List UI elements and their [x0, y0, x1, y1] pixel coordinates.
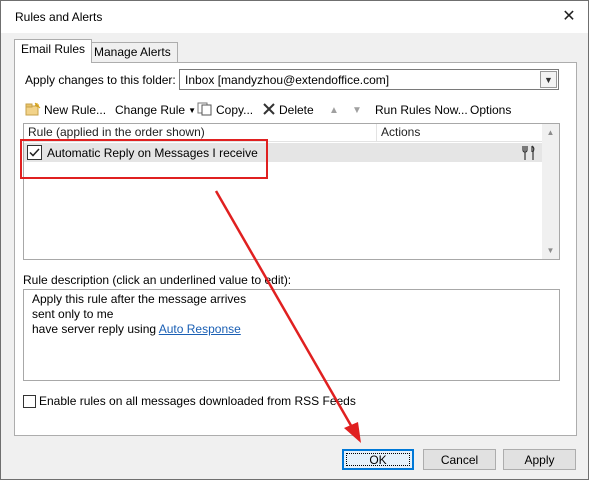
rss-checkbox[interactable] — [23, 394, 36, 408]
delete-button[interactable]: Delete — [262, 101, 314, 119]
folder-select[interactable]: Inbox [mandyzhou@extendoffice.com] ▼ — [179, 69, 559, 90]
delete-icon — [262, 102, 276, 119]
window-title: Rules and Alerts — [15, 10, 103, 24]
chevron-down-icon[interactable]: ▼ — [540, 71, 557, 88]
change-rule-button[interactable]: Change Rule ▼ — [115, 101, 196, 119]
rss-label: Enable rules on all messages downloaded … — [39, 394, 356, 408]
options-button[interactable]: Options — [470, 101, 511, 119]
cancel-button-label: Cancel — [440, 452, 479, 467]
column-header-actions[interactable]: Actions — [377, 124, 543, 142]
scroll-down-icon[interactable]: ▼ — [542, 242, 559, 259]
description-line-text: have server reply using — [32, 322, 159, 336]
close-icon: ✕ — [562, 8, 576, 25]
cancel-button[interactable]: Cancel — [423, 449, 496, 470]
folder-select-value: Inbox [mandyzhou@extendoffice.com] — [185, 73, 390, 87]
run-rules-now-button[interactable]: Run Rules Now... — [375, 101, 468, 119]
title-bar: Rules and Alerts ✕ — [1, 1, 588, 33]
description-line: have server reply using Auto Response — [32, 322, 551, 337]
run-rules-now-label: Run Rules Now... — [375, 103, 468, 117]
description-line: Apply this rule after the message arrive… — [32, 292, 247, 306]
change-rule-label: Change Rule — [115, 103, 186, 117]
ok-button[interactable]: OK — [342, 449, 414, 470]
annotation-highlight-box — [20, 139, 268, 179]
rule-description-box: Apply this rule after the message arrive… — [23, 289, 560, 381]
dropdown-caret-icon: ▼ — [188, 105, 196, 115]
new-rule-button[interactable]: New Rule... — [25, 101, 106, 119]
apply-button-label: Apply — [524, 452, 555, 467]
copy-button[interactable]: Copy... — [197, 101, 253, 119]
rss-option[interactable]: Enable rules on all messages downloaded … — [23, 394, 356, 408]
triangle-down-icon: ▼ — [352, 104, 362, 116]
rules-and-alerts-dialog: Rules and Alerts ✕ Email Rules Manage Al… — [0, 0, 589, 480]
close-button[interactable]: ✕ — [552, 2, 586, 30]
description-line: sent only to me — [32, 307, 114, 321]
apply-button[interactable]: Apply — [503, 449, 576, 470]
tab-manage-alerts[interactable]: Manage Alerts — [87, 42, 178, 62]
copy-label: Copy... — [216, 103, 254, 117]
folder-label: Apply changes to this folder: — [25, 73, 176, 87]
auto-response-link[interactable]: Auto Response — [159, 322, 241, 336]
scroll-up-icon[interactable]: ▲ — [542, 124, 559, 141]
new-rule-label: New Rule... — [44, 103, 107, 117]
triangle-up-icon: ▲ — [329, 104, 339, 116]
move-down-button[interactable]: ▼ — [352, 101, 362, 119]
focus-rect — [346, 453, 410, 466]
rules-list-scrollbar[interactable]: ▲ ▼ — [542, 124, 559, 259]
new-rule-icon — [25, 102, 41, 119]
rule-actions-icon[interactable] — [521, 145, 537, 164]
delete-label: Delete — [279, 103, 314, 117]
tab-manage-alerts-label: Manage Alerts — [94, 45, 171, 59]
tab-email-rules[interactable]: Email Rules — [14, 39, 93, 63]
tab-email-rules-label: Email Rules — [21, 42, 86, 56]
options-label: Options — [470, 103, 512, 117]
move-up-button[interactable]: ▲ — [329, 101, 339, 119]
rule-description-label: Rule description (click an underlined va… — [23, 273, 292, 287]
rules-toolbar: New Rule... Change Rule ▼ Copy... Delete — [23, 99, 563, 119]
copy-icon — [197, 102, 213, 119]
